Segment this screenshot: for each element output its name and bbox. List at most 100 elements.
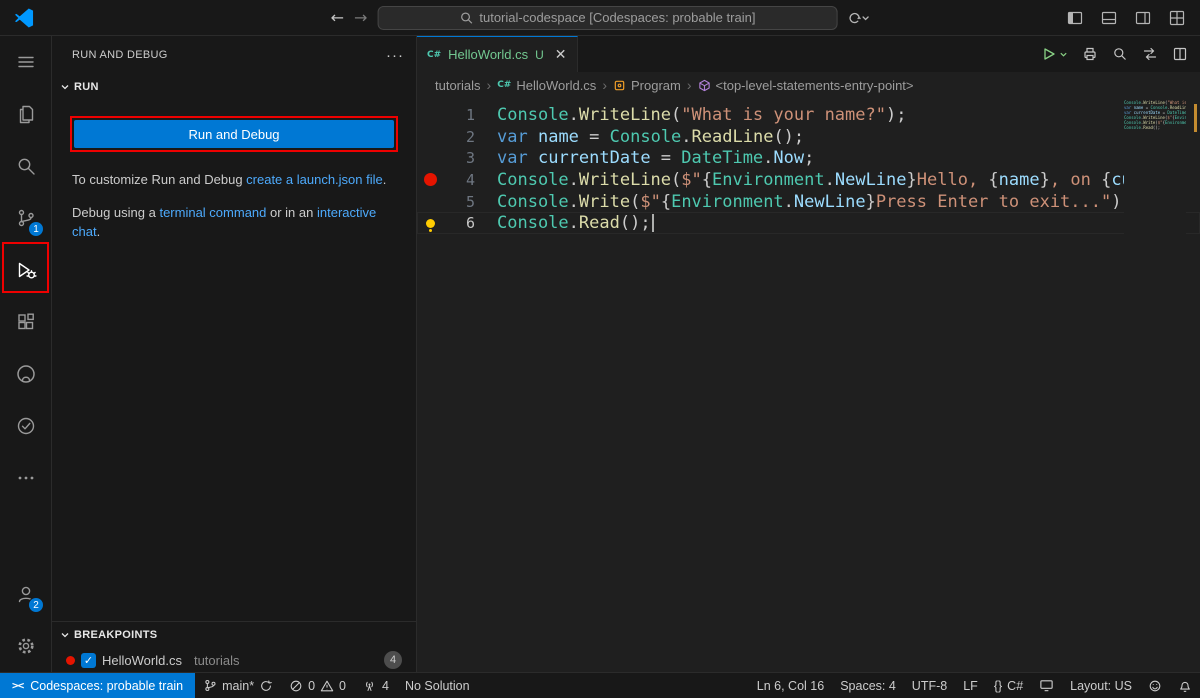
line-number[interactable]: 1 [443,106,475,124]
code-editor[interactable]: 1 Console.WriteLine("What is your name?")… [417,98,1200,672]
run-button[interactable] [1041,46,1068,62]
solution-status[interactable]: No Solution [397,673,478,698]
search-editor-icon[interactable] [1112,46,1128,62]
eol-status[interactable]: LF [955,673,986,698]
language-mode-status[interactable]: {} C# [986,673,1031,698]
toggle-secondary-sidebar-icon[interactable] [1134,9,1152,27]
menu-icon[interactable] [0,36,51,88]
code-text: var currentDate = DateTime.Now; [497,148,814,168]
run-and-debug-button[interactable]: Run and Debug [74,120,394,148]
testing-icon[interactable] [0,400,51,452]
launch-json-hint: To customize Run and Debug create a laun… [72,170,396,189]
symbol-class-icon [613,79,626,92]
hint-text: Debug using a [72,205,159,220]
breadcrumb-folder[interactable]: tutorials [435,78,481,93]
code-line[interactable]: 3 var currentDate = DateTime.Now; [417,147,1200,169]
breadcrumb-class[interactable]: Program [613,78,681,93]
line-number[interactable]: 5 [443,193,475,211]
extensions-icon[interactable] [0,296,51,348]
text-cursor [652,214,654,232]
run-and-debug-sidebar: RUN AND DEBUG ··· RUN Run and Debug To c… [52,36,417,672]
code-line[interactable]: 5 Console.Write($"{Environment.NewLine}Pr… [417,191,1200,213]
toggle-sidebar-icon[interactable] [1066,9,1084,27]
run-section-header[interactable]: RUN [52,74,416,100]
problems-status[interactable]: 0 0 [281,673,354,698]
radio-tower-icon [362,678,377,693]
symbol-method-icon [698,79,711,92]
scrollbar[interactable] [1188,98,1200,672]
breakpoints-section-header[interactable]: BREAKPOINTS [52,622,416,648]
chevron-right-icon: › [487,77,492,93]
code-line[interactable]: 4Console.WriteLine($"{Environment.NewLin… [417,169,1200,191]
scm-badge: 1 [28,221,44,237]
minimap[interactable]: Console.WriteLine("What is your name?");… [1124,100,1186,250]
breadcrumb-symbol[interactable]: <top-level-statements-entry-point> [698,78,914,93]
breakpoint-dot-icon [66,656,75,665]
editor-layout-status[interactable] [1031,673,1062,698]
forward-button[interactable]: → [354,8,367,27]
settings-gear-icon[interactable] [0,620,51,672]
feedback-status[interactable] [1140,673,1170,698]
code-line[interactable]: 1Console.WriteLine("What is your name?")… [417,104,1200,126]
search-sidebar-icon[interactable] [0,140,51,192]
encoding-status[interactable]: UTF-8 [904,673,955,698]
create-launch-json-link[interactable]: create a launch.json file [246,172,383,187]
split-editor-icon[interactable] [1172,46,1188,62]
breadcrumb-file[interactable]: C# HelloWorld.cs [497,78,596,93]
code-line[interactable]: 2 var name = Console.ReadLine(); [417,126,1200,148]
code-text: Console.Read(); [497,213,654,233]
close-icon[interactable]: ✕ [555,46,567,63]
breakpoint-list-item[interactable]: ✓ HelloWorld.cs tutorials 4 [52,648,416,672]
line-number[interactable]: 2 [443,128,475,146]
breakpoint-checkbox[interactable]: ✓ [81,653,96,668]
customize-layout-icon[interactable] [1168,9,1186,27]
terminal-command-link[interactable]: terminal command [159,205,266,220]
vscode-window: ← → tutorial-codespace [Codespaces: prob… [0,0,1200,698]
cursor-position-status[interactable]: Ln 6, Col 16 [749,673,832,698]
hint-text: . [383,172,387,187]
breakpoints-count-badge: 4 [384,651,402,669]
source-control-icon[interactable]: 1 [0,192,51,244]
keyboard-layout-status[interactable]: Layout: US [1062,673,1140,698]
code-text: var name = Console.ReadLine(); [497,127,804,147]
accounts-badge: 2 [28,597,44,613]
csharp-file-icon: C# [497,80,511,90]
tab-label: HelloWorld.cs [448,47,528,62]
bell-icon [1178,679,1192,693]
github-icon[interactable] [0,348,51,400]
search-text: tutorial-codespace [Codespaces: probable… [479,10,755,25]
indentation-status[interactable]: Spaces: 4 [832,673,904,698]
remote-indicator[interactable]: >< Codespaces: probable train [0,673,195,698]
accounts-icon[interactable]: 2 [0,568,51,620]
branch-status[interactable]: main* [195,673,281,698]
lightbulb-icon[interactable] [417,219,443,228]
tab-helloworld[interactable]: C# HelloWorld.cs U ✕ [417,36,578,72]
breakpoint-icon[interactable] [417,173,443,186]
command-center-search[interactable]: tutorial-codespace [Codespaces: probable… [377,6,837,30]
hint-text: or in an [266,205,317,220]
run-and-debug-icon[interactable] [0,244,51,296]
line-number[interactable]: 3 [443,149,475,167]
code-text: Console.Write($"{Environment.NewLine}Pre… [497,192,1132,212]
hint-text: To customize Run and Debug [72,172,246,187]
git-status-untracked: U [535,48,544,62]
explorer-icon[interactable] [0,88,51,140]
print-icon[interactable] [1082,46,1098,62]
line-number[interactable]: 4 [443,171,475,189]
tab-bar: C# HelloWorld.cs U ✕ [417,36,1200,72]
breakpoint-file-path: tutorials [194,653,240,668]
toggle-panel-icon[interactable] [1100,9,1118,27]
more-actions-icon[interactable]: ··· [386,47,404,64]
sidebar-title: RUN AND DEBUG [72,49,168,61]
code-line[interactable]: 6 Console.Read(); [417,212,1200,234]
compare-changes-icon[interactable] [1142,46,1158,62]
back-button[interactable]: ← [331,8,344,27]
breakpoint-file-name: HelloWorld.cs [102,653,182,668]
more-views-icon[interactable] [0,452,51,504]
search-icon [459,11,473,25]
feedback-smiley-icon [1148,679,1162,693]
refresh-dropdown-icon[interactable] [847,11,869,25]
line-number[interactable]: 6 [443,214,475,232]
ports-status[interactable]: 4 [354,673,397,698]
notifications-status[interactable] [1170,673,1200,698]
